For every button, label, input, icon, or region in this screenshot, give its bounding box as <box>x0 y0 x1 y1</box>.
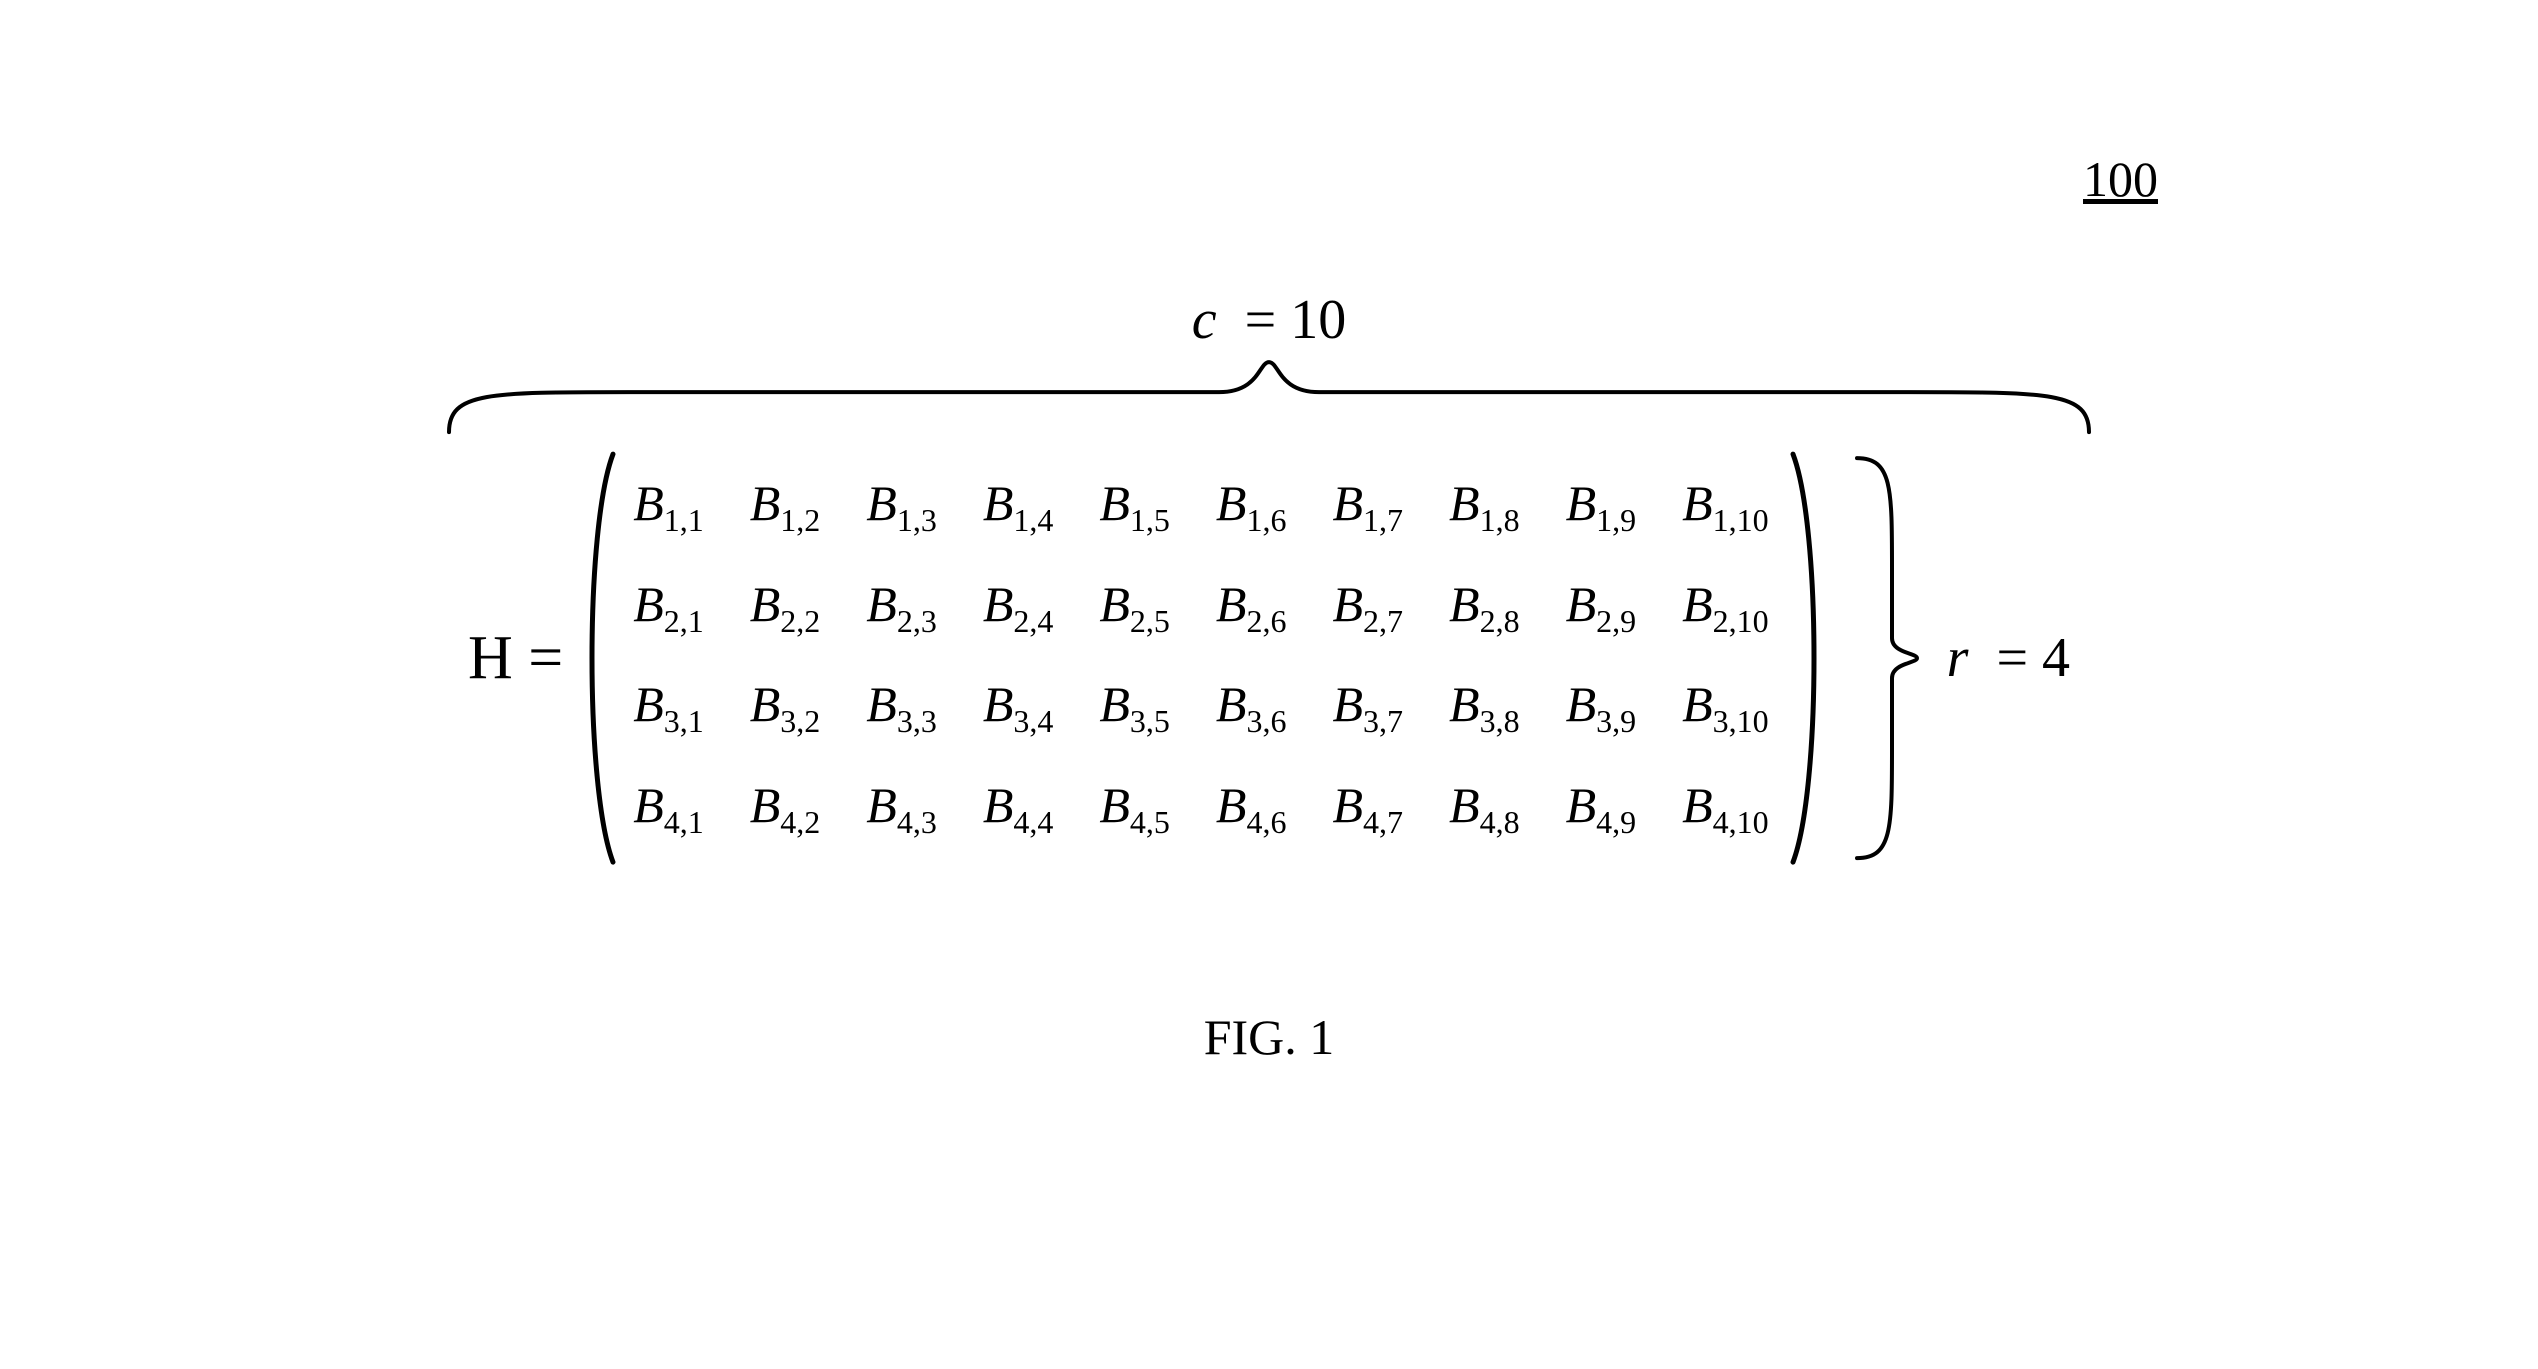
matrix-cell: B4,9 <box>1566 776 1637 841</box>
matrix-cell: B2,8 <box>1449 575 1520 640</box>
matrix-cell: B1,5 <box>1099 474 1170 539</box>
columns-value: 10 <box>1290 289 1346 351</box>
matrix-cell: B1,2 <box>750 474 821 539</box>
matrix-cell: B2,2 <box>750 575 821 640</box>
matrix-cell: B4,7 <box>1332 776 1403 841</box>
columns-brace <box>429 352 2109 442</box>
matrix-cell: B3,5 <box>1099 675 1170 740</box>
matrix-cell: B4,6 <box>1216 776 1287 841</box>
matrix-cell: B4,4 <box>983 776 1054 841</box>
matrix-cell: B4,5 <box>1099 776 1170 841</box>
matrix-cell: B3,1 <box>633 675 704 740</box>
lhs-label: H = <box>468 627 563 689</box>
matrix-cell: B3,8 <box>1449 675 1520 740</box>
rows-label: r = 4 <box>1947 626 2070 690</box>
matrix-cell: B3,4 <box>983 675 1054 740</box>
matrix-cell: B3,10 <box>1682 675 1769 740</box>
matrix-cell: B4,3 <box>866 776 937 841</box>
matrix-cell: B1,4 <box>983 474 1054 539</box>
matrix-cell: B2,3 <box>866 575 937 640</box>
rows-value: 4 <box>2042 627 2070 689</box>
matrix-cell: B2,7 <box>1332 575 1403 640</box>
matrix-cell: B1,8 <box>1449 474 1520 539</box>
figure-caption: FIG. 1 <box>1204 1008 1335 1066</box>
rows-brace <box>1847 448 1927 868</box>
matrix-cells: B1,1 B1,2 B1,3 B1,4 B1,5 B1,6 B1,7 B1,8 B1,9 B1,1… <box>615 448 1786 868</box>
matrix: B1,1 B1,2 B1,3 B1,4 B1,5 B1,6 B1,7 B1,8 B1,9 B1,1… <box>579 448 1822 868</box>
matrix-cell: B2,4 <box>983 575 1054 640</box>
matrix-cell: B1,7 <box>1332 474 1403 539</box>
matrix-cell: B2,6 <box>1216 575 1287 640</box>
columns-label: c = 10 <box>1192 272 1346 352</box>
matrix-cell: B3,9 <box>1566 675 1637 740</box>
matrix-cell: B4,1 <box>633 776 704 841</box>
matrix-cell: B4,8 <box>1449 776 1520 841</box>
matrix-cell: B1,1 <box>633 474 704 539</box>
matrix-cell: B1,6 <box>1216 474 1287 539</box>
matrix-cell: B1,10 <box>1682 474 1769 539</box>
matrix-right-paren <box>1787 448 1823 868</box>
matrix-cell: B4,10 <box>1682 776 1769 841</box>
matrix-cell: B1,3 <box>866 474 937 539</box>
matrix-cell: B4,2 <box>750 776 821 841</box>
figure-body: c = 10 H = B1,1B1,2B1,3B1,4B1,5B1,6B1,7B… <box>429 272 2109 1066</box>
figure-number: 100 <box>2083 150 2158 208</box>
rows-symbol: r <box>1947 627 1969 689</box>
matrix-cell: B2,9 <box>1566 575 1637 640</box>
matrix-left-paren <box>579 448 615 868</box>
matrix-cell: B2,1 <box>633 575 704 640</box>
matrix-cell: B2,10 <box>1682 575 1769 640</box>
matrix-cell: B3,6 <box>1216 675 1287 740</box>
matrix-cell: B1,9 <box>1566 474 1637 539</box>
matrix-cell: B3,2 <box>750 675 821 740</box>
matrix-cell: B3,3 <box>866 675 937 740</box>
matrix-cell: B2,5 <box>1099 575 1170 640</box>
columns-equals <box>1231 289 1245 351</box>
matrix-cell: B3,7 <box>1332 675 1403 740</box>
columns-symbol: c <box>1192 289 1217 351</box>
